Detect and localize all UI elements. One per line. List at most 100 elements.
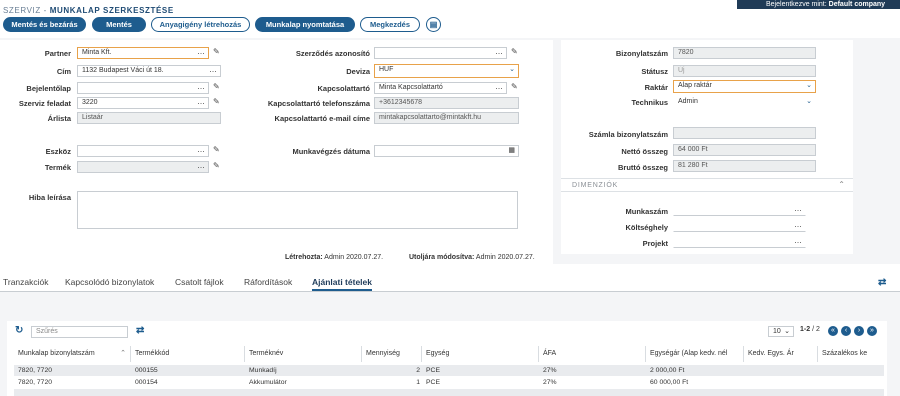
first-page-icon[interactable]: « bbox=[828, 326, 838, 336]
partner-field[interactable]: Minta Kft.… bbox=[77, 47, 209, 59]
project-field[interactable]: … bbox=[673, 236, 806, 248]
column-header[interactable]: Termékkód bbox=[131, 346, 245, 362]
swap-icon[interactable]: ⇄ bbox=[878, 277, 886, 288]
contact-email-field: mintakapcsolattarto@mintakft.hu bbox=[374, 112, 519, 124]
column-header[interactable]: ÁFA bbox=[539, 346, 646, 362]
save-button[interactable]: Mentés bbox=[92, 17, 146, 32]
warehouse-label: Raktár bbox=[644, 83, 668, 92]
address-field[interactable]: 1132 Budapest Váci út 18.… bbox=[77, 65, 221, 77]
print-worksheet-button[interactable]: Munkalap nyomtatása bbox=[255, 17, 355, 32]
partner-label: Partner bbox=[44, 49, 71, 58]
address-label: Cím bbox=[56, 67, 71, 76]
job-number-field[interactable]: … bbox=[673, 204, 806, 216]
lookup-dots-icon: … bbox=[197, 145, 205, 154]
table-row bbox=[14, 389, 884, 396]
pricelist-field: Listaár bbox=[77, 112, 221, 124]
status-label: Státusz bbox=[641, 67, 668, 76]
currency-select[interactable]: HUF ⌄ bbox=[374, 64, 519, 78]
tab-quote-items[interactable]: Ajánlati tételek bbox=[312, 277, 372, 291]
contact-field[interactable]: Minta Kapcsolattartó… bbox=[374, 82, 507, 94]
dimensions-header[interactable]: DIMENZIÓK ⌃ bbox=[561, 178, 853, 192]
column-header[interactable]: Munkalap bizonylatszám ⌃ bbox=[14, 346, 131, 362]
device-field[interactable]: … bbox=[77, 145, 209, 157]
lookup-dots-icon: … bbox=[197, 161, 205, 170]
column-header[interactable]: Százalékos ke bbox=[818, 346, 884, 362]
column-header[interactable]: Egységár (Alap kedv. nél bbox=[646, 346, 744, 362]
service-task-field[interactable]: 3220… bbox=[77, 97, 209, 109]
edit-icon[interactable]: ✎ bbox=[213, 48, 221, 56]
tab-transactions[interactable]: Tranzakciók bbox=[3, 277, 49, 287]
column-header[interactable]: Kedv. Egys. Ár bbox=[744, 346, 818, 362]
fault-description-label: Hiba leírása bbox=[28, 193, 71, 202]
product-label: Termék bbox=[44, 163, 71, 172]
tab-attachments[interactable]: Csatolt fájlok bbox=[175, 277, 224, 287]
column-header[interactable]: Terméknév bbox=[245, 346, 362, 362]
product-field[interactable]: … bbox=[77, 161, 209, 173]
edit-icon[interactable]: ✎ bbox=[511, 48, 519, 56]
lookup-dots-icon: … bbox=[794, 236, 802, 245]
work-date-field[interactable]: ▦ bbox=[374, 145, 519, 157]
doc-number-field: 7820 bbox=[673, 47, 816, 59]
edit-icon[interactable]: ✎ bbox=[213, 162, 221, 170]
table-row[interactable]: 7820, 7720 000154 Akkumulátor 1 PCE 27% … bbox=[14, 377, 884, 388]
page-size-select[interactable]: 10 ⌄ bbox=[768, 326, 794, 337]
column-header[interactable]: Egység bbox=[422, 346, 539, 362]
page-range: 1-2 / 2 bbox=[800, 326, 820, 333]
grid-toolbar: ↻ Szűrés ⇄ bbox=[0, 322, 900, 340]
chevron-down-icon: ⌄ bbox=[784, 328, 790, 335]
lookup-dots-icon: … bbox=[495, 47, 503, 56]
swap-icon[interactable]: ⇄ bbox=[136, 325, 144, 336]
chevron-down-icon: ⌄ bbox=[509, 66, 515, 73]
table-row[interactable]: 7820, 7720 000155 Munkadíj 2 PCE 27% 2 0… bbox=[14, 365, 884, 376]
gross-amount-label: Bruttó összeg bbox=[617, 163, 668, 172]
tab-bar: Tranzakciók Kapcsolódó bizonylatok Csato… bbox=[0, 276, 900, 292]
edit-icon[interactable]: ✎ bbox=[213, 98, 221, 106]
status-field: Új bbox=[673, 65, 816, 77]
lookup-dots-icon: … bbox=[197, 47, 205, 56]
lookup-dots-icon: … bbox=[209, 65, 217, 74]
contract-id-field[interactable]: … bbox=[374, 47, 507, 59]
service-task-label: Szerviz feladat bbox=[18, 99, 71, 108]
fault-description-textarea[interactable] bbox=[77, 191, 518, 229]
save-close-button[interactable]: Mentés és bezárás bbox=[3, 17, 86, 32]
warehouse-select[interactable]: Alap raktár ⌄ bbox=[673, 80, 816, 93]
cost-center-field[interactable]: … bbox=[673, 220, 806, 232]
sort-icon: ⌃ bbox=[120, 350, 126, 357]
start-button[interactable]: Megkezdés bbox=[360, 17, 420, 32]
logged-in-user: Bejelentkezve mint: Default company bbox=[737, 0, 900, 9]
calendar-icon: ▦ bbox=[508, 147, 515, 154]
material-request-button[interactable]: Anyagigény létrehozás bbox=[151, 17, 250, 32]
edit-icon[interactable]: ✎ bbox=[213, 83, 221, 91]
contact-phone-label: Kapcsolattartó telefonszáma bbox=[267, 99, 370, 108]
column-header[interactable]: Mennyiség bbox=[362, 346, 422, 362]
lookup-dots-icon: … bbox=[794, 220, 802, 229]
chevron-down-icon: ⌄ bbox=[806, 98, 812, 105]
report-sheet-label: Bejelentőlap bbox=[26, 84, 71, 93]
breadcrumb: SZERVIZ - MUNKALAP SZERKESZTÉSE bbox=[3, 6, 174, 15]
technician-select[interactable]: Admin ⌄ bbox=[673, 96, 816, 108]
report-sheet-field[interactable]: … bbox=[77, 82, 209, 94]
lookup-dots-icon: … bbox=[197, 82, 205, 91]
invoice-number-label: Számla bizonylatszám bbox=[588, 130, 668, 139]
contact-label: Kapcsolattartó bbox=[317, 84, 370, 93]
calendar-export-icon[interactable]: ▤ bbox=[426, 17, 441, 32]
filter-input[interactable]: Szűrés bbox=[31, 326, 128, 338]
tab-related-docs[interactable]: Kapcsolódó bizonylatok bbox=[65, 277, 154, 287]
edit-icon[interactable]: ✎ bbox=[213, 146, 221, 154]
doc-number-label: Bizonylatszám bbox=[615, 49, 668, 58]
lookup-dots-icon: … bbox=[794, 204, 802, 213]
refresh-icon[interactable]: ↻ bbox=[15, 325, 23, 336]
net-amount-label: Nettó összeg bbox=[621, 147, 668, 156]
breadcrumb-module[interactable]: SZERVIZ bbox=[3, 6, 41, 15]
edit-icon[interactable]: ✎ bbox=[511, 83, 519, 91]
work-date-label: Munkavégzés dátuma bbox=[292, 147, 370, 156]
last-page-icon[interactable]: » bbox=[867, 326, 877, 336]
prev-page-icon[interactable]: ‹ bbox=[841, 326, 851, 336]
currency-label: Deviza bbox=[346, 67, 370, 76]
cost-center-label: Költséghely bbox=[625, 223, 668, 232]
tab-expenses[interactable]: Ráfordítások bbox=[244, 277, 292, 287]
chevron-down-icon: ⌄ bbox=[806, 82, 812, 89]
job-number-label: Munkaszám bbox=[625, 207, 668, 216]
next-page-icon[interactable]: › bbox=[854, 326, 864, 336]
toolbar: Mentés és bezárás Mentés Anyagigény létr… bbox=[0, 16, 900, 38]
